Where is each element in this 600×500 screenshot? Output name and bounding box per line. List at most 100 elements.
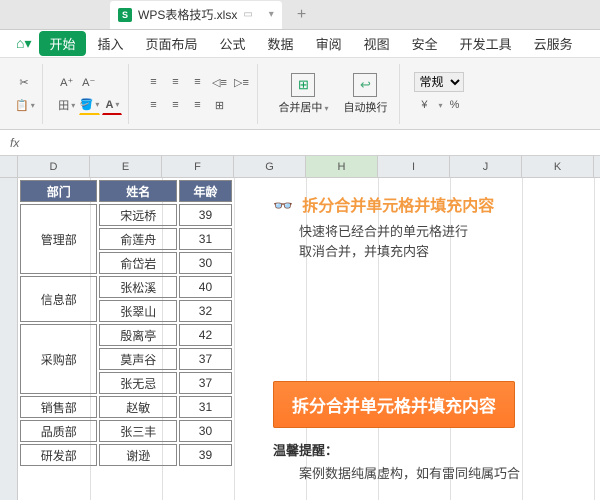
indent-dec[interactable]: ◁≡ (209, 72, 229, 92)
col-header-J[interactable]: J (450, 156, 522, 177)
title-bar: S WPS表格技巧.xlsx ▭ ▾ + (0, 0, 600, 30)
dept-cell[interactable]: 销售部 (20, 396, 97, 418)
wrap-text-button[interactable]: ↩ 自动换行 (337, 71, 393, 117)
info-desc: 快速将已经合并的单元格进行取消合并，并填充内容 (273, 222, 583, 261)
data-table: 部门姓名年龄管理部宋远桥39俞莲舟31俞岱岩30信息部张松溪40张翠山32采购部… (18, 178, 234, 468)
dept-cell[interactable]: 信息部 (20, 276, 97, 322)
menu-review[interactable]: 审阅 (306, 31, 352, 56)
number-format-select[interactable]: 常规 (414, 72, 464, 92)
menu-dev[interactable]: 开发工具 (450, 31, 522, 56)
name-cell[interactable]: 张松溪 (99, 276, 176, 298)
table-row: 品质部张三丰30 (20, 420, 232, 442)
age-cell[interactable]: 37 (179, 372, 232, 394)
table-header: 部门 (20, 180, 97, 202)
table-row: 销售部赵敏31 (20, 396, 232, 418)
copy-button[interactable]: 📋▾ (14, 95, 36, 115)
name-cell[interactable]: 殷离亭 (99, 324, 176, 346)
name-cell[interactable]: 谢逊 (99, 444, 176, 466)
col-header-F[interactable]: F (162, 156, 234, 177)
font-size-down[interactable]: A⁻ (79, 72, 99, 92)
table-row: 管理部宋远桥39 (20, 204, 232, 226)
menu-security[interactable]: 安全 (402, 31, 448, 56)
name-cell[interactable]: 张无忌 (99, 372, 176, 394)
formula-bar[interactable]: fx (0, 130, 600, 156)
home-icon[interactable]: ⌂▾ (10, 32, 37, 55)
menu-formula[interactable]: 公式 (210, 31, 256, 56)
name-cell[interactable]: 俞岱岩 (99, 252, 176, 274)
name-cell[interactable]: 宋远桥 (99, 204, 176, 226)
menu-layout[interactable]: 页面布局 (136, 31, 208, 56)
name-cell[interactable]: 张三丰 (99, 420, 176, 442)
col-header-G[interactable]: G (234, 156, 306, 177)
name-cell[interactable]: 张翠山 (99, 300, 176, 322)
name-cell[interactable]: 莫声谷 (99, 348, 176, 370)
table-header: 年龄 (179, 180, 232, 202)
cut-button[interactable]: ✂ (14, 72, 34, 92)
align-right[interactable]: ≡ (187, 95, 207, 115)
age-cell[interactable]: 39 (179, 444, 232, 466)
age-cell[interactable]: 42 (179, 324, 232, 346)
percent-button[interactable]: % (444, 95, 464, 115)
age-cell[interactable]: 32 (179, 300, 232, 322)
glasses-icon: 👓 (273, 198, 293, 215)
menu-insert[interactable]: 插入 (88, 31, 134, 56)
ribbon: ✂ 📋▾ A⁺ A⁻ 田▾ 🪣▾ A▾ ≡ ≡ ≡ ◁≡ ▷≡ ≡ ≡ ≡ ⊞ (0, 58, 600, 130)
menu-bar: ⌂▾ 开始 插入 页面布局 公式 数据 审阅 视图 安全 开发工具 云服务 (0, 30, 600, 58)
col-header-I[interactable]: I (378, 156, 450, 177)
spreadsheet-grid[interactable]: 部门姓名年龄管理部宋远桥39俞莲舟31俞岱岩30信息部张松溪40张翠山32采购部… (18, 178, 600, 500)
wps-sheet-icon: S (118, 8, 132, 22)
split-merge-button[interactable]: 拆分合并单元格并填充内容 (273, 381, 515, 428)
new-tab-button[interactable]: + (297, 6, 306, 24)
currency-button[interactable]: ¥ (414, 95, 434, 115)
file-tab[interactable]: S WPS表格技巧.xlsx ▭ ▾ (110, 1, 282, 29)
align-bottom[interactable]: ≡ (187, 72, 207, 92)
name-cell[interactable]: 赵敏 (99, 396, 176, 418)
ribbon-clipboard: ✂ 📋▾ (8, 64, 43, 124)
tab-close-icon[interactable]: ▾ (269, 9, 274, 20)
info-panel: 👓 拆分合并单元格并填充内容 快速将已经合并的单元格进行取消合并，并填充内容 拆… (273, 192, 583, 482)
col-header-D[interactable]: D (18, 156, 90, 177)
merge-center-button[interactable]: ⊞ 合并居中▾ (272, 71, 334, 117)
column-headers: DEFGHIJK (0, 156, 600, 178)
menu-cloud[interactable]: 云服务 (524, 31, 583, 56)
name-cell[interactable]: 俞莲舟 (99, 228, 176, 250)
col-header-H[interactable]: H (306, 156, 378, 177)
indent-inc[interactable]: ▷≡ (231, 72, 251, 92)
age-cell[interactable]: 40 (179, 276, 232, 298)
menu-start[interactable]: 开始 (39, 31, 85, 56)
col-header-E[interactable]: E (90, 156, 162, 177)
dept-cell[interactable]: 品质部 (20, 420, 97, 442)
info-title: 拆分合并单元格并填充内容 (302, 198, 494, 215)
align-middle[interactable]: ≡ (165, 72, 185, 92)
dept-cell[interactable]: 研发部 (20, 444, 97, 466)
align-left[interactable]: ≡ (143, 95, 163, 115)
col-header-K[interactable]: K (522, 156, 594, 177)
age-cell[interactable]: 31 (179, 228, 232, 250)
menu-view[interactable]: 视图 (354, 31, 400, 56)
dept-cell[interactable]: 采购部 (20, 324, 97, 394)
font-size-up[interactable]: A⁺ (57, 72, 77, 92)
align-center[interactable]: ≡ (165, 95, 185, 115)
tab-filename: WPS表格技巧.xlsx (138, 6, 237, 23)
table-row: 研发部谢逊39 (20, 444, 232, 466)
menu-data[interactable]: 数据 (258, 31, 304, 56)
age-cell[interactable]: 31 (179, 396, 232, 418)
align-top[interactable]: ≡ (143, 72, 163, 92)
dept-cell[interactable]: 管理部 (20, 204, 97, 274)
age-cell[interactable]: 30 (179, 420, 232, 442)
age-cell[interactable]: 30 (179, 252, 232, 274)
merge-across[interactable]: ⊞ (209, 95, 229, 115)
tab-window-icon[interactable]: ▭ (243, 9, 252, 20)
merge-icon: ⊞ (291, 73, 315, 97)
border-button[interactable]: 田▾ (57, 95, 77, 115)
ribbon-font: A⁺ A⁻ 田▾ 🪣▾ A▾ (51, 64, 130, 124)
table-row: 信息部张松溪40 (20, 276, 232, 298)
age-cell[interactable]: 37 (179, 348, 232, 370)
ribbon-align: ≡ ≡ ≡ ◁≡ ▷≡ ≡ ≡ ≡ ⊞ (137, 64, 258, 124)
table-row: 采购部殷离亭42 (20, 324, 232, 346)
fill-color-button[interactable]: 🪣▾ (79, 95, 101, 115)
ribbon-number: 常规 ¥▾ % (408, 64, 470, 124)
age-cell[interactable]: 39 (179, 204, 232, 226)
font-color-button[interactable]: A▾ (102, 95, 122, 115)
tip-text: 案例数据纯属虚构，如有雷同纯属巧合 (273, 463, 583, 482)
